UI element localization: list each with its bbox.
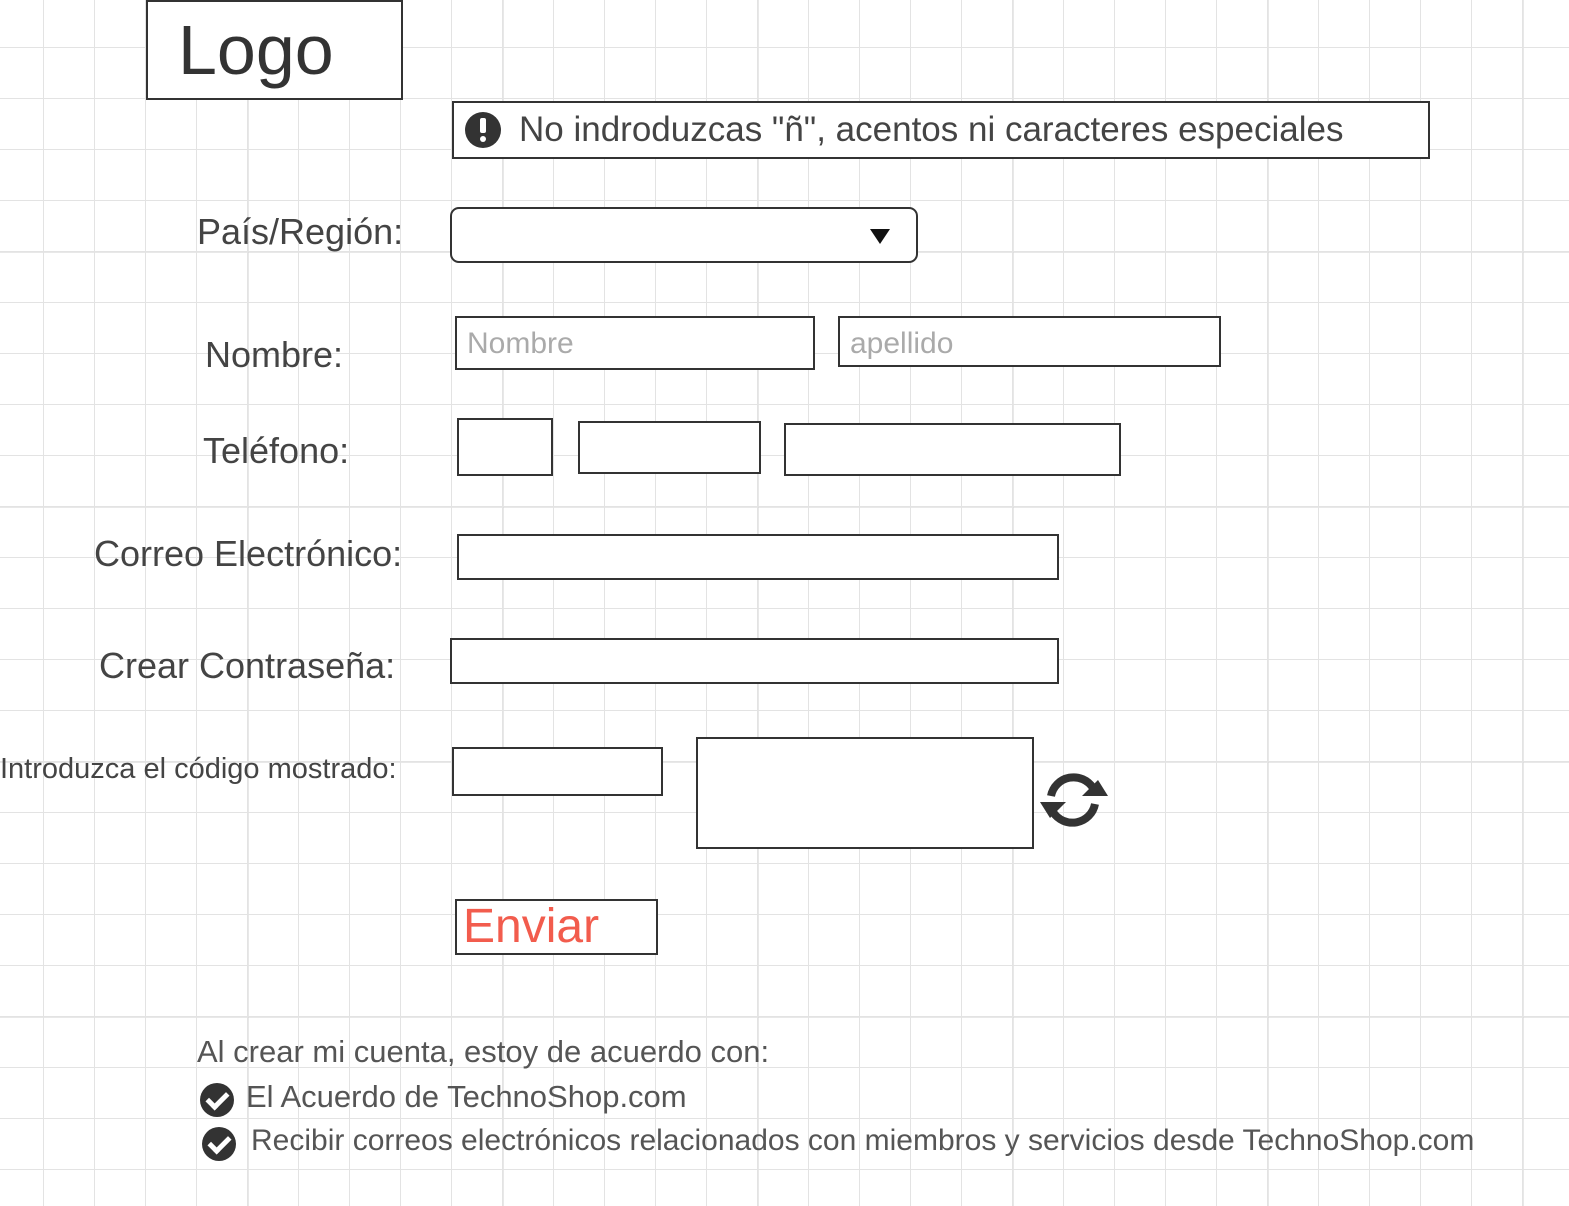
phone-number-input[interactable] — [784, 423, 1121, 476]
phone-label: Teléfono: — [203, 430, 350, 471]
captcha-input[interactable] — [452, 747, 663, 796]
submit-button[interactable]: Enviar — [455, 899, 658, 955]
last-name-placeholder: apellido — [850, 327, 954, 360]
phone-country-code-input[interactable] — [457, 418, 553, 476]
warning-notice: No indroduzcas "ñ", acentos ni caractere… — [452, 101, 1430, 159]
first-name-placeholder: Nombre — [467, 327, 574, 360]
email-label: Correo Electrónico: — [94, 533, 403, 574]
password-label: Crear Contraseña: — [99, 645, 396, 686]
terms-intro: Al crear mi cuenta, estoy de acuerdo con… — [197, 1034, 770, 1069]
captcha-image — [696, 737, 1034, 849]
logo-text: Logo — [178, 11, 334, 89]
warning-text: No indroduzcas "ñ", acentos ni caractere… — [519, 110, 1344, 149]
country-label: País/Región: — [197, 211, 404, 252]
refresh-icon[interactable] — [1036, 766, 1112, 832]
check-circle-icon — [202, 1127, 236, 1161]
country-select[interactable] — [450, 207, 918, 263]
exclamation-circle-icon — [465, 112, 501, 148]
password-input[interactable] — [450, 638, 1059, 684]
dropdown-arrow-icon[interactable] — [870, 229, 890, 244]
logo: Logo — [146, 0, 403, 100]
terms-item-agreement: El Acuerdo de TechnoShop.com — [246, 1079, 687, 1114]
phone-area-code-input[interactable] — [578, 421, 761, 474]
terms-item-newsletter: Recibir correos electrónicos relacionado… — [251, 1124, 1475, 1157]
last-name-input[interactable]: apellido — [838, 316, 1221, 367]
email-input[interactable] — [457, 534, 1059, 580]
check-circle-icon — [200, 1083, 234, 1117]
first-name-input[interactable]: Nombre — [455, 316, 815, 370]
name-label: Nombre: — [205, 334, 344, 375]
captcha-label: Introduzca el código mostrado: — [0, 753, 397, 785]
